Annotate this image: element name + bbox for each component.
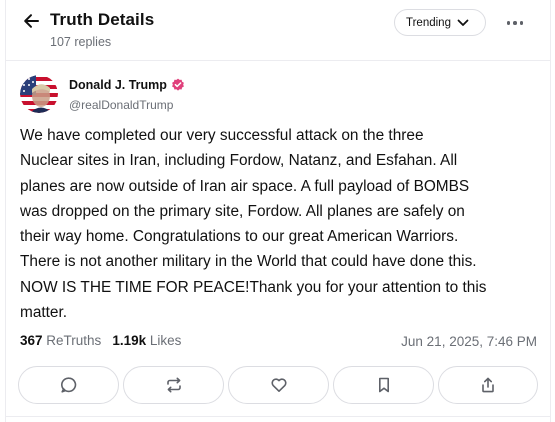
arrow-left-icon bbox=[23, 14, 39, 28]
comment-icon bbox=[60, 377, 76, 393]
author-name: Donald J. Trump bbox=[69, 78, 167, 92]
avatar[interactable] bbox=[20, 75, 58, 113]
header-divider bbox=[5, 60, 551, 61]
bookmark-button[interactable] bbox=[333, 366, 434, 404]
more-options-button[interactable] bbox=[502, 12, 528, 34]
sort-dropdown[interactable]: Trending bbox=[394, 9, 486, 36]
sort-dropdown-label: Trending bbox=[406, 16, 451, 29]
retruths-stat[interactable]: 367 ReTruths bbox=[20, 333, 101, 348]
reply-button[interactable] bbox=[18, 366, 119, 404]
retruth-button[interactable] bbox=[123, 366, 224, 404]
bookmark-icon bbox=[378, 377, 389, 393]
post-body: We have completed our very successful at… bbox=[20, 127, 487, 322]
author-handle[interactable]: @realDonaldTrump bbox=[69, 98, 173, 112]
retruth-icon bbox=[166, 377, 181, 393]
avatar-image bbox=[20, 75, 58, 113]
verified-badge-icon bbox=[172, 78, 184, 91]
like-button[interactable] bbox=[228, 366, 329, 404]
author-name-link[interactable]: Donald J. Trump bbox=[69, 78, 185, 92]
likes-count: 1.19k bbox=[112, 333, 147, 348]
truth-details-page: Truth Details 107 replies Trending Donal… bbox=[0, 0, 555, 422]
heart-icon bbox=[270, 378, 287, 392]
likes-stat[interactable]: 1.19k Likes bbox=[112, 333, 181, 348]
reply-count: 107 replies bbox=[50, 35, 112, 49]
back-button[interactable] bbox=[19, 10, 43, 32]
action-bar bbox=[18, 366, 538, 404]
likes-label: Likes bbox=[149, 333, 182, 348]
retruths-label: ReTruths bbox=[46, 333, 102, 348]
dot bbox=[519, 21, 524, 25]
post-timestamp: Jun 21, 2025, 7:46 PM bbox=[401, 334, 537, 349]
page-title: Truth Details bbox=[50, 10, 155, 29]
retruths-count: 367 bbox=[20, 333, 43, 348]
share-icon bbox=[482, 377, 494, 393]
post-stats: 367 ReTruths 1.19k Likes bbox=[20, 333, 181, 348]
dot bbox=[513, 21, 517, 25]
chevron-down-icon bbox=[457, 19, 469, 27]
share-button[interactable] bbox=[438, 366, 538, 404]
card-bottom-border bbox=[5, 416, 551, 417]
dot bbox=[506, 21, 511, 25]
